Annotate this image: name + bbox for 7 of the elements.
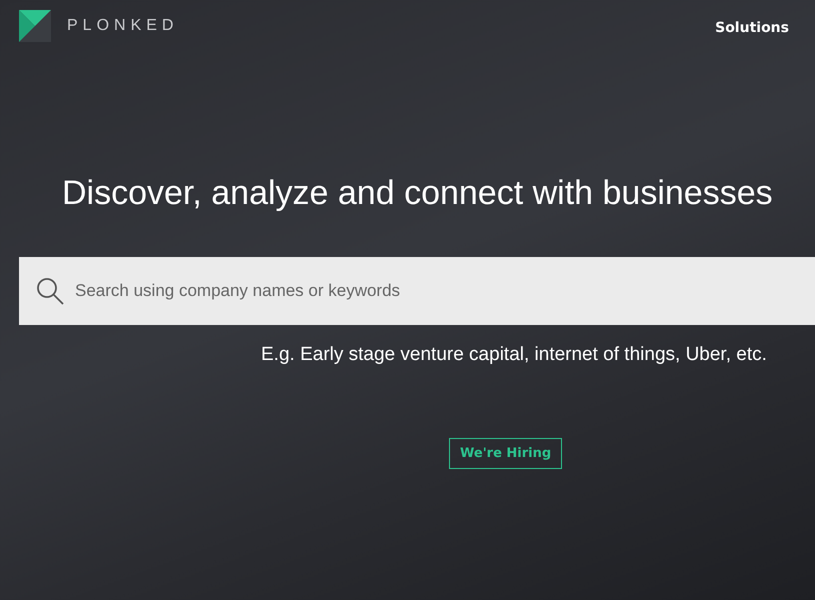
search-field[interactable]: Search using company names or keywords <box>19 257 815 325</box>
logo-text: PLONKED <box>67 17 178 35</box>
hiring-button[interactable]: We're Hiring <box>449 438 562 469</box>
example-text: E.g. Early stage venture capital, internet of things, Uber, etc. <box>261 344 768 366</box>
logo-icon <box>19 10 51 42</box>
nav-link[interactable]: Solutions <box>715 20 789 36</box>
headline: Discover, analyze and connect with businesses <box>62 174 774 213</box>
